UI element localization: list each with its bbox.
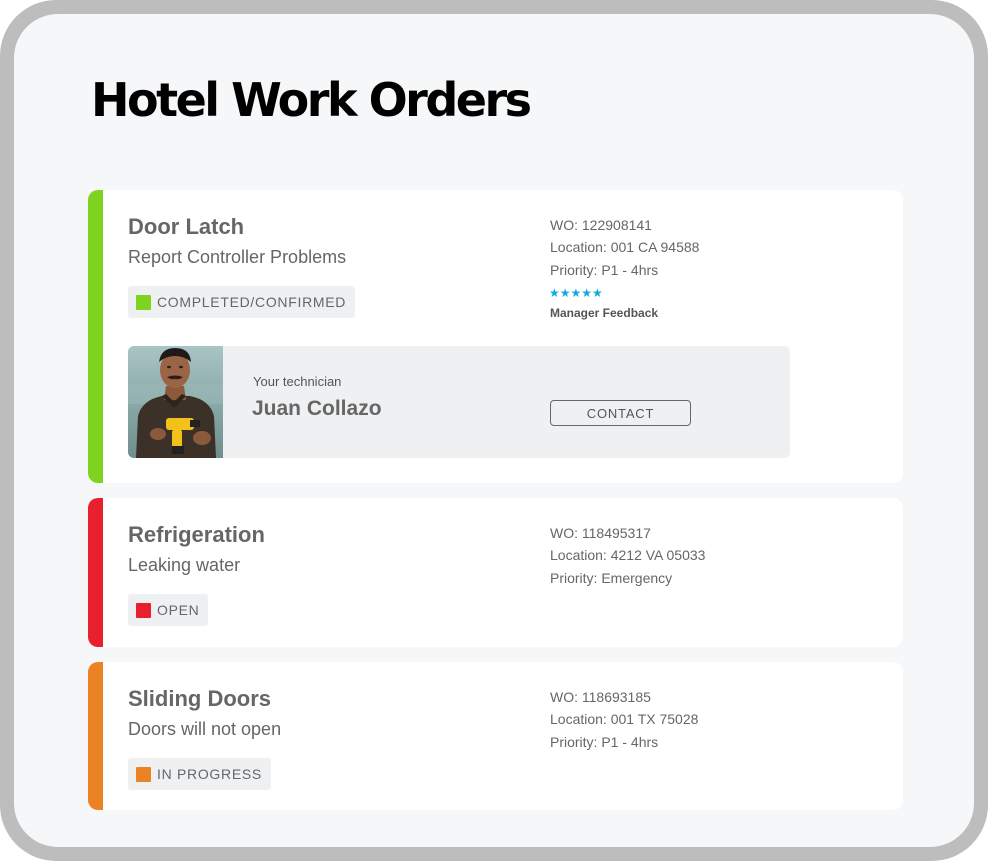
star-rating-icon: ★★★★★ [549,286,603,300]
work-order-location: Location: 4212 VA 05033 [550,547,706,564]
status-badge: OPEN [128,594,209,626]
work-order-card-door-latch[interactable]: Door Latch Report Controller Problems CO… [88,190,903,483]
work-order-description: Report Controller Problems [128,247,347,267]
status-color-swatch [136,294,151,310]
work-order-card-refrigeration[interactable]: Refrigeration Leaking water OPEN WO: 118… [88,498,903,647]
status-badge: COMPLETED/CONFIRMED [128,286,356,318]
technician-panel: Your technician Juan Collazo CONTACT [128,346,790,458]
status-label: COMPLETED/CONFIRMED [157,294,347,310]
page-title: Hotel Work Orders [91,73,532,127]
work-order-description: Doors will not open [128,719,282,739]
work-order-location: Location: 001 CA 94588 [550,239,700,256]
work-order-priority: Priority: Emergency [550,569,673,586]
work-order-number: WO: 118495317 [550,525,651,541]
status-accent-bar [88,190,103,483]
work-order-location: Location: 001 TX 75028 [550,711,699,728]
status-accent-bar [88,498,103,647]
work-order-priority: Priority: P1 - 4hrs [550,733,659,750]
work-order-details: WO: 118495317 Location: 4212 VA 05033 Pr… [550,522,705,589]
status-color-swatch [136,766,151,782]
work-order-details: WO: 122908141 Location: 001 CA 94588 Pri… [550,214,699,281]
work-order-title: Refrigeration [128,522,265,547]
manager-feedback-label: Manager Feedback [550,306,659,320]
work-order-card-sliding-doors[interactable]: Sliding Doors Doors will not open IN PRO… [88,662,903,810]
technician-name: Juan Collazo [252,397,382,420]
technician-caption: Your technician [253,374,342,389]
technician-photo [128,346,223,458]
work-order-description: Leaking water [128,555,241,575]
status-label: OPEN [157,602,200,618]
work-order-number: WO: 118693185 [550,689,651,705]
work-order-number: WO: 122908141 [550,217,652,233]
status-badge: IN PROGRESS [128,758,271,790]
status-color-swatch [136,602,151,618]
status-label: IN PROGRESS [157,766,262,782]
status-accent-bar [88,662,103,810]
work-order-priority: Priority: P1 - 4hrs [550,261,659,278]
work-order-title: Sliding Doors [128,686,271,711]
contact-button[interactable]: CONTACT [550,400,691,426]
work-order-title: Door Latch [128,214,245,239]
work-order-details: WO: 118693185 Location: 001 TX 75028 Pri… [550,686,698,753]
